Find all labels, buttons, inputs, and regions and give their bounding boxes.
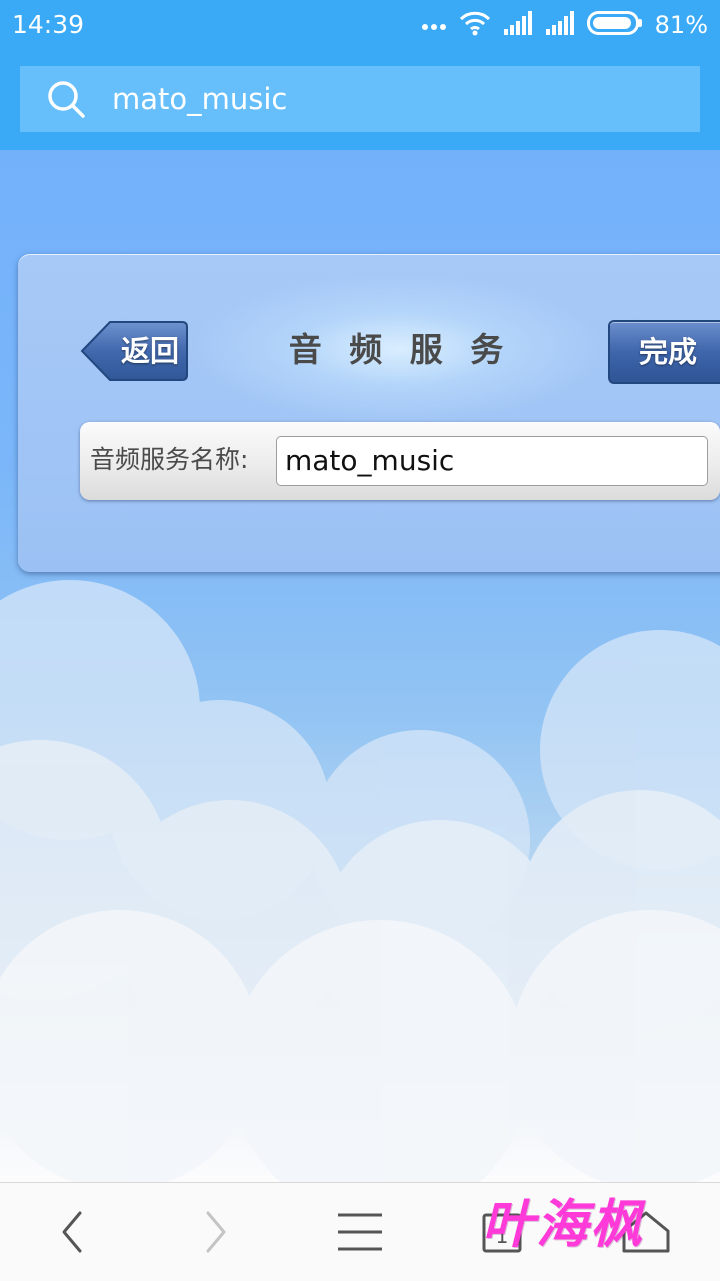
more-dots-icon	[421, 16, 447, 35]
page-title: 音 频 服 务	[288, 330, 512, 369]
status-icons: 81%	[421, 9, 708, 41]
back-button[interactable]: 返回	[80, 320, 188, 382]
signal-icon	[503, 11, 533, 39]
web-content: 返回 音 频 服 务 完成 音频服务名称: mato_music	[0, 150, 720, 1182]
search-area: mato_music	[0, 50, 720, 150]
wifi-icon	[459, 10, 491, 40]
service-name-label: 音频服务名称:	[90, 445, 249, 474]
service-name-row: 音频服务名称: mato_music	[80, 422, 720, 500]
search-bar[interactable]: mato_music	[20, 66, 700, 132]
search-query[interactable]: mato_music	[112, 82, 287, 116]
battery-percent: 81%	[654, 11, 708, 39]
back-icon[interactable]	[44, 1207, 104, 1257]
status-bar: 14:39 81%	[0, 0, 720, 50]
watermark: 叶海枫	[482, 1194, 645, 1255]
signal-icon	[545, 11, 575, 39]
status-time: 14:39	[12, 10, 85, 39]
forward-icon[interactable]	[186, 1207, 246, 1257]
audio-service-panel: 返回 音 频 服 务 完成 音频服务名称: mato_music	[18, 254, 720, 572]
battery-icon	[586, 11, 643, 39]
menu-icon[interactable]	[330, 1207, 390, 1257]
back-button-label: 返回	[120, 334, 179, 368]
service-name-input[interactable]: mato_music	[276, 436, 708, 486]
search-icon[interactable]	[46, 79, 86, 123]
done-button[interactable]: 完成	[608, 320, 720, 384]
